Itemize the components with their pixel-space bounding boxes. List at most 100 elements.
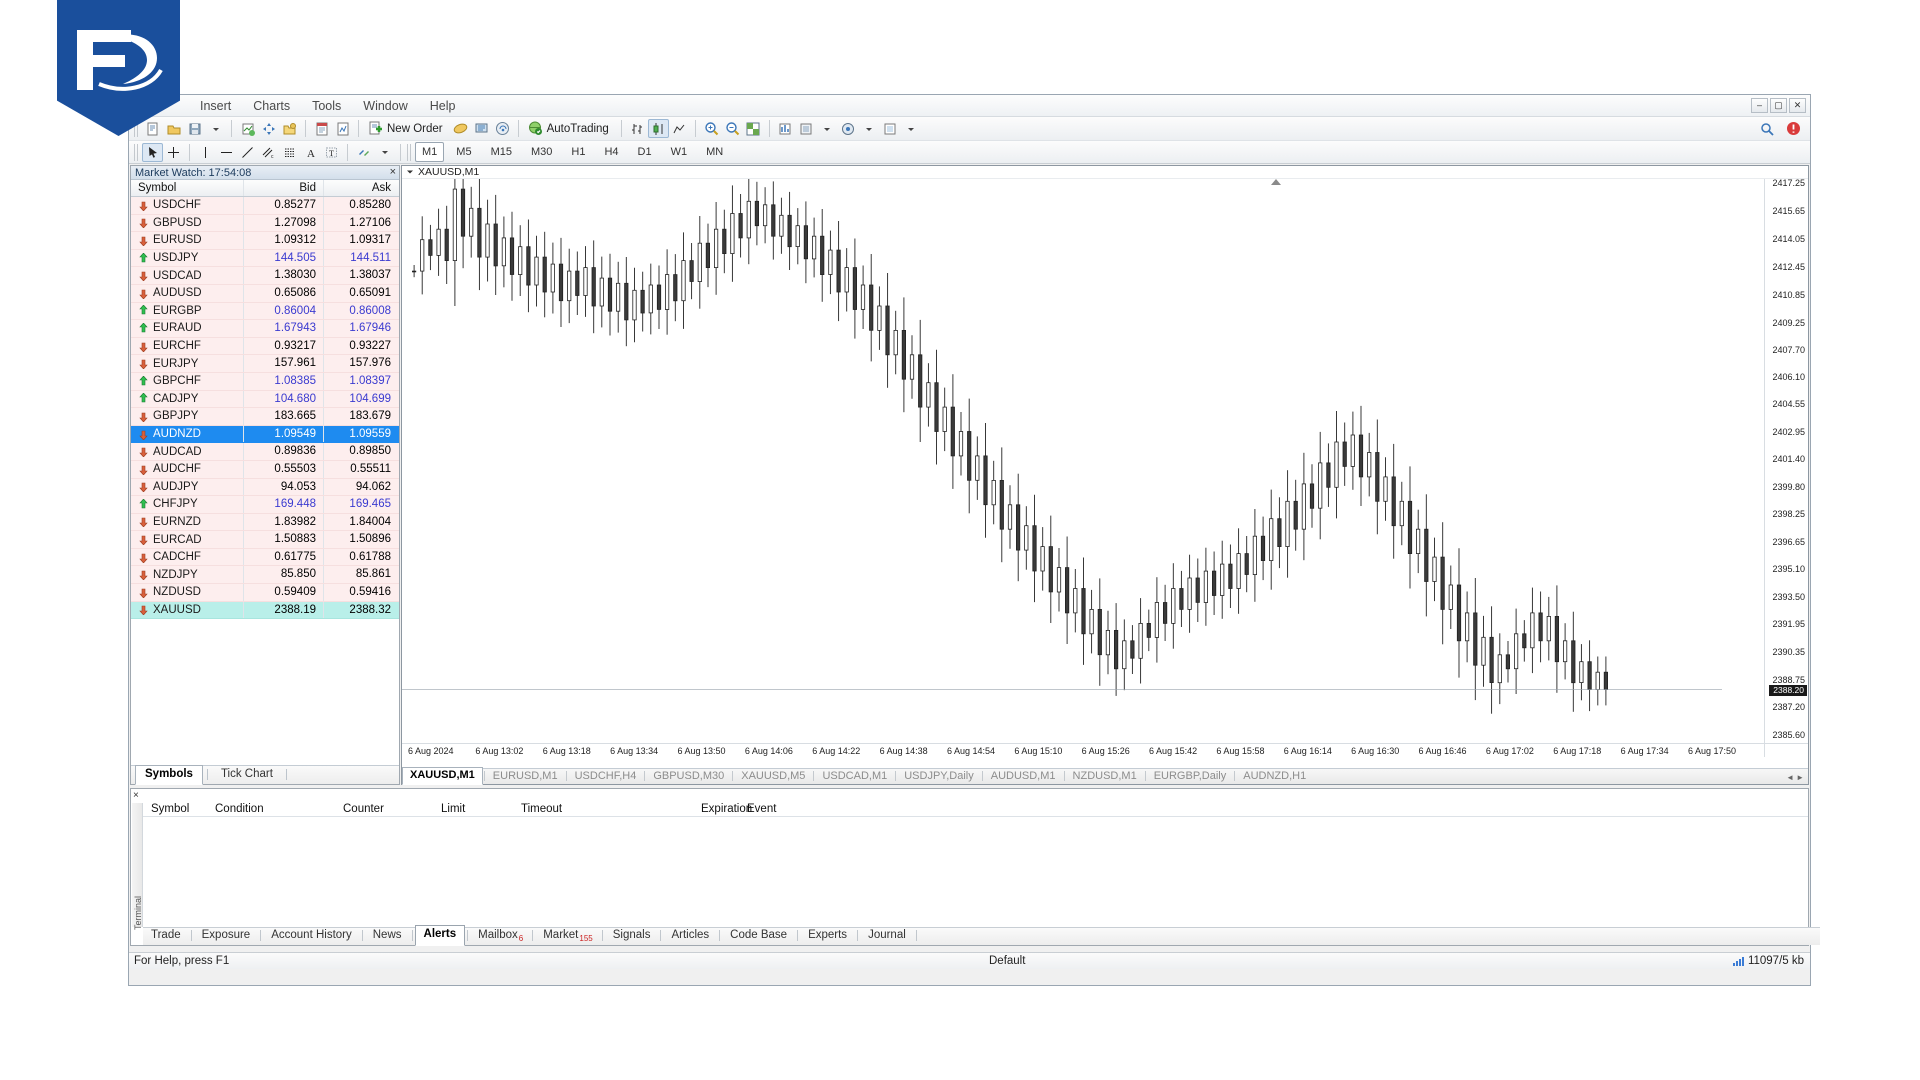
market-watch-tab-tick-chart[interactable]: Tick Chart (212, 766, 282, 784)
data-window-icon[interactable] (311, 119, 332, 138)
market-watch-row[interactable]: EURCAD 1.50883 1.50896 (131, 531, 399, 549)
new-order-button[interactable]: New Order (364, 119, 450, 138)
market-watch-row[interactable]: EURGBP 0.86004 0.86008 (131, 302, 399, 321)
chart-tab[interactable]: AUDNZD,H1 (1236, 769, 1313, 784)
chevron-down-icon[interactable] (205, 119, 226, 138)
menu-insert[interactable]: Insert (189, 95, 242, 117)
timeframe-m15[interactable]: M15 (484, 142, 519, 162)
objects-list-icon[interactable] (880, 119, 901, 138)
column-header-expiration[interactable]: Expiration (701, 801, 752, 816)
market-watch-row[interactable]: NZDUSD 0.59409 0.59416 (131, 584, 399, 602)
chart-tab[interactable]: XAUUSD,M1 (402, 767, 483, 785)
profiles-icon[interactable] (163, 119, 184, 138)
expert-advisors-icon[interactable] (838, 119, 859, 138)
text-icon[interactable]: T (321, 143, 342, 162)
terminal-tab-signals[interactable]: Signals (605, 927, 659, 945)
column-header-event[interactable]: Event (747, 801, 1808, 816)
market-watch-row[interactable]: GBPCHF 1.08385 1.08397 (131, 372, 399, 391)
price-axis[interactable]: 2417.25 2415.65 2414.05 2412.45 2410.85 2409.… (1764, 179, 1808, 757)
timeframe-w1[interactable]: W1 (664, 142, 695, 162)
bar-chart-icon[interactable] (627, 119, 648, 138)
toolbar-grip[interactable] (407, 143, 411, 161)
market-watch-row[interactable]: GBPUSD 1.27098 1.27106 (131, 214, 399, 233)
chart-tab[interactable]: EURUSD,M1 (486, 769, 565, 784)
terminal-tab-code-base[interactable]: Code Base (722, 927, 795, 945)
menu-window[interactable]: Window (352, 95, 418, 117)
menu-tools[interactable]: Tools (301, 95, 352, 117)
search-icon[interactable] (1756, 119, 1777, 138)
chart-tab[interactable]: AUDUSD,M1 (984, 769, 1063, 784)
save-icon[interactable] (184, 119, 205, 138)
market-watch-row[interactable]: EURJPY 157.961 157.976 (131, 355, 399, 373)
market-watch-row[interactable]: EURNZD 1.83982 1.84004 (131, 513, 399, 532)
chevron-down-icon[interactable] (901, 119, 922, 138)
status-profile[interactable]: Default (989, 953, 1025, 970)
tile-windows-icon[interactable] (743, 119, 764, 138)
column-header-counter[interactable]: Counter (343, 801, 441, 816)
column-header-symbol[interactable]: Symbol (143, 801, 215, 816)
timeframe-m5[interactable]: M5 (449, 142, 478, 162)
chevron-down-icon[interactable] (859, 119, 880, 138)
chart-tab[interactable]: XAUUSD,M5 (734, 769, 812, 784)
market-watch-row[interactable]: NZDJPY 85.850 85.861 (131, 566, 399, 585)
templates-icon[interactable] (279, 119, 300, 138)
terminal-tab-market[interactable]: Market155 (535, 927, 600, 945)
chevron-down-icon[interactable] (406, 168, 414, 176)
menu-charts[interactable]: Charts (242, 95, 301, 117)
vertical-line-icon[interactable] (195, 143, 216, 162)
column-header-condition[interactable]: Condition (215, 801, 343, 816)
chart-tab[interactable]: GBPUSD,M30 (646, 769, 731, 784)
timeframe-h1[interactable]: H1 (564, 142, 592, 162)
column-header-symbol[interactable]: Symbol (131, 180, 243, 196)
market-watch-row[interactable]: AUDUSD 0.65086 0.65091 (131, 284, 399, 303)
terminal-tab-alerts[interactable]: Alerts (414, 925, 466, 946)
chart-plot-area[interactable]: 2417.25 2415.65 2414.05 2412.45 2410.85 2409.… (402, 179, 1808, 757)
chart-tab[interactable]: EURGBP,Daily (1147, 769, 1234, 784)
column-header-timeout[interactable]: Timeout (521, 801, 701, 816)
metaeditor-icon[interactable] (471, 119, 492, 138)
periods-icon[interactable] (775, 119, 796, 138)
market-watch-row[interactable]: CADJPY 104.680 104.699 (131, 390, 399, 409)
minimize-button[interactable]: – (1751, 98, 1768, 113)
market-watch-row[interactable]: EURAUD 1.67943 1.67946 (131, 320, 399, 338)
candlestick-chart-icon[interactable] (647, 119, 669, 138)
column-header-ask[interactable]: Ask (323, 180, 399, 196)
market-watch-row[interactable]: CHFJPY 169.448 169.465 (131, 496, 399, 514)
zoom-in-icon[interactable] (701, 119, 722, 138)
crosshair-icon[interactable] (163, 143, 184, 162)
indicators-icon[interactable] (237, 119, 258, 138)
market-watch-row[interactable]: USDCHF 0.85277 0.85280 (131, 197, 399, 215)
equidistant-channel-icon[interactable]: c (258, 143, 279, 162)
mql-community-icon[interactable] (450, 119, 471, 138)
timeframe-mn[interactable]: MN (699, 142, 730, 162)
terminal-tab-trade[interactable]: Trade (143, 927, 189, 945)
column-header-limit[interactable]: Limit (441, 801, 521, 816)
market-watch-row[interactable]: AUDJPY 94.053 94.062 (131, 478, 399, 497)
chart-tab[interactable]: USDCAD,M1 (815, 769, 894, 784)
templates-list-icon[interactable] (796, 119, 817, 138)
market-watch-row[interactable]: AUDNZD 1.09549 1.09559 (131, 425, 399, 444)
pan-icon[interactable] (258, 119, 279, 138)
column-header-bid[interactable]: Bid (243, 180, 323, 196)
terminal-tab-account-history[interactable]: Account History (263, 927, 360, 945)
trendline-icon[interactable] (237, 143, 258, 162)
chevron-down-icon[interactable] (817, 119, 838, 138)
arrows-icon[interactable] (353, 143, 374, 162)
market-watch-row[interactable]: USDJPY 144.505 144.511 (131, 249, 399, 268)
horizontal-line-icon[interactable] (216, 143, 237, 162)
new-chart-icon[interactable] (142, 119, 163, 138)
close-button[interactable]: ✕ (1789, 98, 1806, 113)
chart-tab[interactable]: NZDUSD,M1 (1066, 769, 1144, 784)
fibonacci-icon[interactable] (279, 143, 300, 162)
timeframe-m1[interactable]: M1 (415, 142, 445, 162)
line-chart-icon[interactable] (669, 119, 690, 138)
timeframe-h4[interactable]: H4 (597, 142, 625, 162)
terminal-tab-news[interactable]: News (365, 927, 410, 945)
terminal-tab-exposure[interactable]: Exposure (194, 927, 259, 945)
alert-icon[interactable] (1783, 119, 1804, 138)
zoom-out-icon[interactable] (722, 119, 743, 138)
close-icon[interactable]: × (133, 790, 139, 801)
market-watch-row[interactable]: AUDCHF 0.55503 0.55511 (131, 460, 399, 479)
chevron-down-icon[interactable] (374, 143, 395, 162)
timeframe-m30[interactable]: M30 (524, 142, 559, 162)
